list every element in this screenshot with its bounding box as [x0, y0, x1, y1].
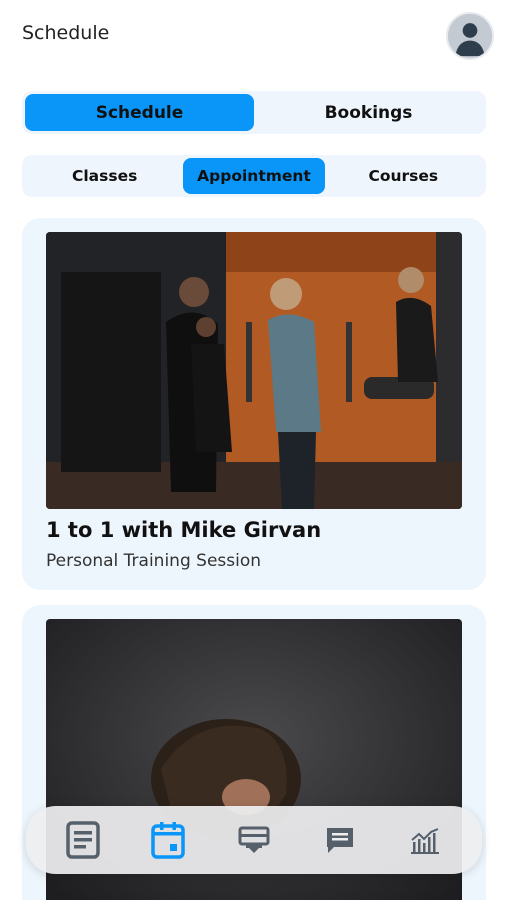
user-icon [448, 14, 492, 58]
tab-appointment[interactable]: Appointment [183, 158, 325, 194]
gym-training-photo [46, 232, 462, 509]
tab-courses[interactable]: Courses [333, 158, 474, 194]
nav-documents[interactable] [59, 816, 107, 864]
avatar[interactable] [446, 12, 494, 60]
card-title: 1 to 1 with Mike Girvan [46, 518, 322, 542]
training-board-icon [238, 826, 270, 853]
tab-bookings[interactable]: Bookings [254, 94, 483, 131]
header: Schedule [0, 0, 507, 72]
card-image [46, 232, 462, 509]
bottom-nav [26, 806, 482, 874]
sub-tabs: Classes Appointment Courses [22, 155, 486, 197]
main-tabs: Schedule Bookings [22, 91, 486, 134]
card-subtitle: Personal Training Session [46, 551, 262, 571]
calendar-icon [151, 822, 186, 859]
nav-messages[interactable] [316, 816, 364, 864]
document-icon [66, 821, 100, 859]
chart-icon [411, 828, 440, 854]
nav-training[interactable] [230, 816, 278, 864]
appointment-card[interactable]: 1 to 1 with Mike Girvan Personal Trainin… [22, 218, 486, 590]
nav-stats[interactable] [401, 816, 449, 864]
tab-schedule[interactable]: Schedule [25, 94, 254, 131]
page-title: Schedule [22, 22, 110, 44]
chat-icon [326, 828, 353, 853]
tab-classes[interactable]: Classes [34, 158, 175, 194]
nav-calendar[interactable] [144, 816, 192, 864]
